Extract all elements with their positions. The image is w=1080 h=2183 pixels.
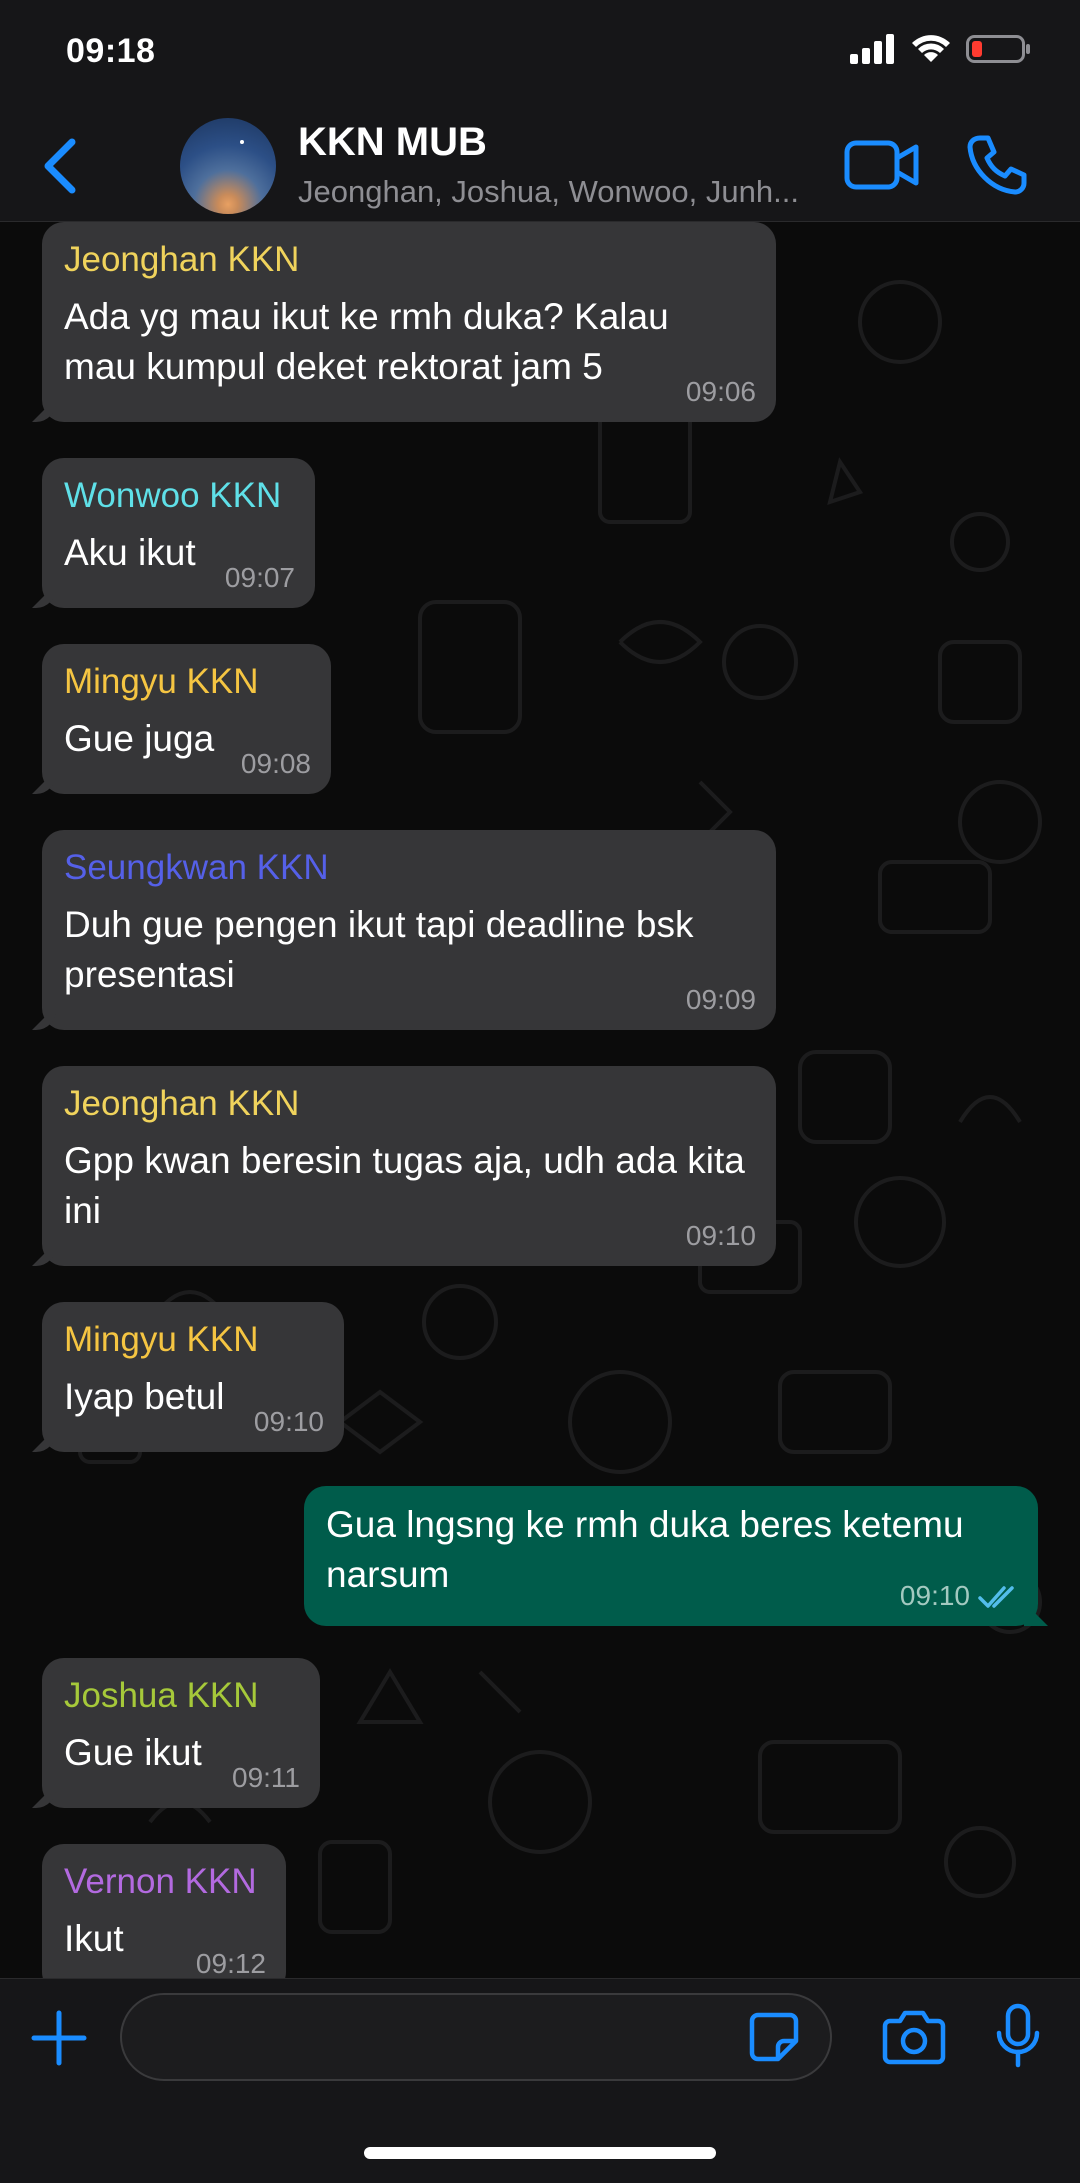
voice-message-button[interactable] xyxy=(994,2003,1042,2069)
message-sender[interactable]: Mingyu KKN xyxy=(64,662,309,702)
microphone-icon xyxy=(996,2003,1040,2068)
message-input[interactable] xyxy=(120,1993,832,2081)
phone-icon xyxy=(967,135,1027,195)
status-time: 09:18 xyxy=(66,32,156,70)
chat-header: KKN MUB Jeonghan, Joshua, Wonwoo, Junh..… xyxy=(0,110,1080,222)
message-text: Gpp kwan beresin tugas aja, udh ada kita… xyxy=(64,1140,745,1231)
message-time: 09:10 xyxy=(685,1220,756,1251)
message-sender[interactable]: Jeonghan KKN xyxy=(64,1084,754,1124)
camera-icon xyxy=(882,2010,946,2065)
message-bubble-incoming[interactable]: Vernon KKN Ikut 09:12 xyxy=(42,1844,286,1978)
group-title[interactable]: KKN MUB xyxy=(298,120,487,165)
voice-call-button[interactable] xyxy=(966,134,1028,196)
message-time: 09:10 xyxy=(899,1580,970,1611)
video-call-button[interactable] xyxy=(844,138,920,192)
message-text: Ada yg mau ikut ke rmh duka? Kalau mau k… xyxy=(64,296,669,387)
double-check-read-icon xyxy=(978,1586,1014,1608)
message-sender[interactable]: Wonwoo KKN xyxy=(64,476,293,516)
status-bar: 09:18 xyxy=(0,0,1080,110)
message-bubble-incoming[interactable]: Mingyu KKN Gue juga 09:08 xyxy=(42,644,331,794)
message-bubble-outgoing[interactable]: Gua lngsng ke rmh duka beres ketemu nars… xyxy=(304,1486,1038,1626)
camera-button[interactable] xyxy=(882,2007,946,2067)
message-bubble-incoming[interactable]: Jeonghan KKN Ada yg mau ikut ke rmh duka… xyxy=(42,222,776,422)
plus-icon xyxy=(31,2010,87,2066)
message-sender[interactable]: Vernon KKN xyxy=(64,1862,264,1902)
video-camera-icon xyxy=(844,140,919,190)
message-time: 09:09 xyxy=(685,984,756,1015)
message-time: 09:12 xyxy=(195,1948,266,1978)
group-members-subtitle[interactable]: Jeonghan, Joshua, Wonwoo, Junh... xyxy=(298,174,808,210)
message-sender[interactable]: Seungkwan KKN xyxy=(64,848,754,888)
message-text: Duh gue pengen ikut tapi deadline bsk pr… xyxy=(64,904,694,995)
message-sender[interactable]: Mingyu KKN xyxy=(64,1320,322,1360)
group-avatar[interactable] xyxy=(180,118,276,214)
message-bubble-incoming[interactable]: Joshua KKN Gue ikut 09:11 xyxy=(42,1658,320,1808)
cellular-signal-icon xyxy=(850,34,894,64)
message-bubble-incoming[interactable]: Seungkwan KKN Duh gue pengen ikut tapi d… xyxy=(42,830,776,1030)
message-bubble-incoming[interactable]: Jeonghan KKN Gpp kwan beresin tugas aja,… xyxy=(42,1066,776,1266)
attach-button[interactable] xyxy=(30,2009,88,2067)
back-button[interactable] xyxy=(36,134,86,198)
chat-messages-area[interactable]: Jeonghan KKN Ada yg mau ikut ke rmh duka… xyxy=(0,222,1080,1978)
message-sender[interactable]: Jeonghan KKN xyxy=(64,240,754,280)
sticker-button[interactable] xyxy=(748,2011,800,2063)
status-icons xyxy=(850,34,1032,64)
wifi-icon xyxy=(912,35,950,62)
chevron-left-icon xyxy=(44,138,76,194)
message-bubble-incoming[interactable]: Mingyu KKN Iyap betul 09:10 xyxy=(42,1302,344,1452)
battery-low-icon xyxy=(966,35,1030,63)
message-input-bar xyxy=(0,1978,1080,2183)
message-sender[interactable]: Joshua KKN xyxy=(64,1676,298,1716)
sticker-icon xyxy=(749,2012,799,2062)
message-time: 09:10 xyxy=(253,1406,324,1437)
message-time: 09:06 xyxy=(685,376,756,407)
home-indicator[interactable] xyxy=(364,2147,716,2159)
message-bubble-incoming[interactable]: Wonwoo KKN Aku ikut 09:07 xyxy=(42,458,315,608)
message-time: 09:08 xyxy=(240,748,311,779)
message-time: 09:07 xyxy=(224,562,295,593)
message-time: 09:11 xyxy=(232,1762,300,1793)
